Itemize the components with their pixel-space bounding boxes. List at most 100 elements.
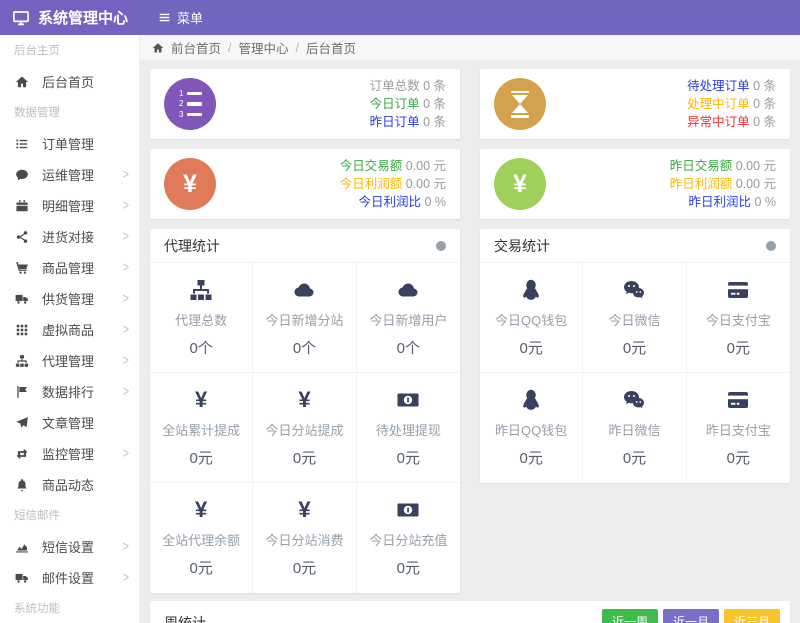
chevron-right-icon: > (122, 290, 129, 307)
breadcrumb-item[interactable]: 前台首页 (171, 38, 221, 57)
chevron-right-icon: > (122, 259, 129, 276)
breadcrumb-item[interactable]: 管理中心 (239, 38, 289, 57)
sidebar-item[interactable]: 供货管理 > (0, 283, 139, 314)
stat-panel-title: 交易统计 (494, 237, 550, 254)
summary-row-label: 今日交易额 (339, 159, 403, 173)
summary-row-label: 处理中订单 (687, 97, 750, 111)
yen-glyph: ¥ (298, 497, 311, 522)
sidebar-item[interactable]: 短信设置 > (0, 531, 139, 562)
week-panel-title: 周统计 (164, 615, 206, 623)
sidebar-item-label: 代理管理 (42, 354, 95, 369)
summary-row-value: 0 % (750, 195, 776, 209)
card-icon (726, 278, 750, 302)
summary-row: 异常中订单 0 条 (687, 113, 776, 131)
sidebar-item[interactable]: 邮件设置 > (0, 562, 139, 593)
wechat-icon (622, 278, 646, 302)
money-icon (396, 498, 420, 522)
sidebar-item[interactable]: 商品动态 (0, 469, 139, 500)
sidebar-item[interactable]: 进货对接 > (0, 221, 139, 252)
stat-tile-label: 今日支付宝 (705, 312, 771, 328)
yen-glyph: ¥ (195, 386, 208, 412)
stat-panel-title: 代理统计 (164, 237, 220, 254)
summary-rows: 今日交易额 0.00 元今日利润额 0.00 元今日利润比 0 % (340, 157, 446, 211)
summary-row-label: 昨日订单 (369, 115, 420, 129)
week-range-button[interactable]: 近一周 (601, 609, 658, 623)
sitemap-icon (189, 278, 213, 302)
stat-tile-label: 待处理提现 (375, 422, 441, 438)
stat-tile-value: 0元 (292, 560, 317, 577)
share-icon (15, 230, 29, 244)
summary-row: 今日订单 0 条 (370, 95, 446, 113)
money-icon (396, 388, 420, 412)
breadcrumb-separator: / (228, 40, 232, 55)
sidebar-item-label: 邮件设置 (42, 571, 95, 586)
summary-row: 昨日订单 0 条 (370, 113, 446, 131)
breadcrumb-separator: / (295, 40, 299, 55)
menu-toggle[interactable]: 菜单 (140, 0, 221, 35)
sidebar-item[interactable]: 明细管理 > (0, 190, 139, 221)
stat-tile-label: 今日分站提成 (265, 422, 344, 438)
summary-row: 订单总数 0 条 (370, 77, 446, 95)
stat-tile: ¥ 今日分站消费 0元 (253, 483, 357, 593)
chevron-right-icon: > (122, 569, 129, 586)
summary-row-value: 0.00 元 (732, 177, 776, 191)
stat-panel: 交易统计 今日QQ钱包 0元 今日微信 0元 今日支付宝 0元 昨日QQ钱包 0元 昨日微信 0元昨… (480, 229, 790, 483)
stat-tile-label: 全站累计提成 (162, 422, 241, 438)
breadcrumb: 前台首页 / 管理中心 / 后台首页 (140, 35, 800, 61)
sidebar-item-label: 商品动态 (42, 478, 95, 493)
chevron-right-icon: > (122, 166, 129, 183)
stat-tile: ¥ 全站代理余额 0元 (150, 483, 254, 593)
yen-icon: ¥ (164, 158, 216, 210)
cloud-icon (396, 278, 420, 302)
summary-row-value: 0 条 (419, 97, 446, 111)
cloud-icon (292, 278, 316, 302)
summary-row: 昨日利润比 0 % (670, 193, 776, 211)
stat-tile: 昨日QQ钱包 0元 (480, 373, 584, 483)
stat-panel-header: 交易统计 (480, 229, 790, 263)
stat-tile-value: 0元 (622, 339, 647, 357)
retweet-icon (15, 447, 29, 461)
week-range-button[interactable]: 近一月 (662, 609, 719, 623)
yen-icon: ¥ (189, 498, 213, 522)
plane-icon (15, 416, 29, 430)
week-stats-panel: 周统计 近一周 近一月 近三月 (150, 601, 790, 623)
summary-row-label: 待处理订单 (687, 79, 750, 93)
sidebar-section-label: 数据管理 (14, 107, 60, 119)
summary-row: 今日利润比 0 % (340, 193, 446, 211)
sidebar-item[interactable]: 后台首页 (0, 66, 139, 97)
stat-tile-value: 0个 (189, 339, 213, 357)
summary-row-value: 0 % (420, 195, 446, 209)
panel-dot-icon (436, 240, 446, 251)
sidebar-item[interactable]: 虚拟商品 > (0, 314, 139, 345)
summary-row-label: 今日利润额 (339, 177, 403, 191)
chevron-right-icon: > (122, 197, 129, 214)
stat-tile: 今日分站充值 0元 (357, 483, 460, 593)
stat-panel: 代理统计 代理总数 0个 今日新增分站 0个 今日新增用户 0个 ¥ 全站累计提成 0元 ¥ 今日分站… (150, 229, 460, 593)
sidebar-item[interactable]: 代理管理 > (0, 345, 139, 376)
sidebar-item[interactable]: 订单管理 (0, 128, 139, 159)
stat-tile-label: 今日分站充值 (369, 533, 448, 548)
yen-icon: ¥ (494, 158, 546, 210)
breadcrumb-item: 后台首页 (306, 42, 357, 56)
week-range-button[interactable]: 近三月 (723, 609, 780, 623)
qq-icon (519, 388, 543, 412)
summary-row-value: 0 条 (749, 97, 776, 111)
stat-tile-value: 0元 (396, 560, 420, 577)
yen-icon: ¥ (292, 388, 316, 412)
truck-icon (15, 571, 29, 585)
stat-panel-header: 代理统计 (150, 229, 460, 263)
sidebar-item[interactable]: 商品管理 > (0, 252, 139, 283)
stat-tile: 今日QQ钱包 0元 (480, 263, 584, 373)
stat-tile-value: 0元 (189, 449, 213, 467)
stat-tile-grid: 今日QQ钱包 0元 今日微信 0元 今日支付宝 0元 昨日QQ钱包 0元 昨日微信 0元 昨日支付宝… (480, 263, 790, 483)
yen-glyph: ¥ (513, 169, 527, 198)
sidebar-item[interactable]: 监控管理 > (0, 438, 139, 469)
summary-row-label: 订单总数 (369, 79, 420, 93)
hourglass-glyph (511, 90, 529, 118)
sidebar-item[interactable]: 运维管理 > (0, 159, 139, 190)
sidebar-item[interactable]: 数据排行 > (0, 376, 139, 407)
stat-tile-value: 0元 (622, 450, 647, 467)
sidebar-item[interactable]: 文章管理 (0, 407, 139, 438)
panel-dot-icon (766, 240, 776, 251)
summary-row: 今日交易额 0.00 元 (340, 157, 446, 175)
